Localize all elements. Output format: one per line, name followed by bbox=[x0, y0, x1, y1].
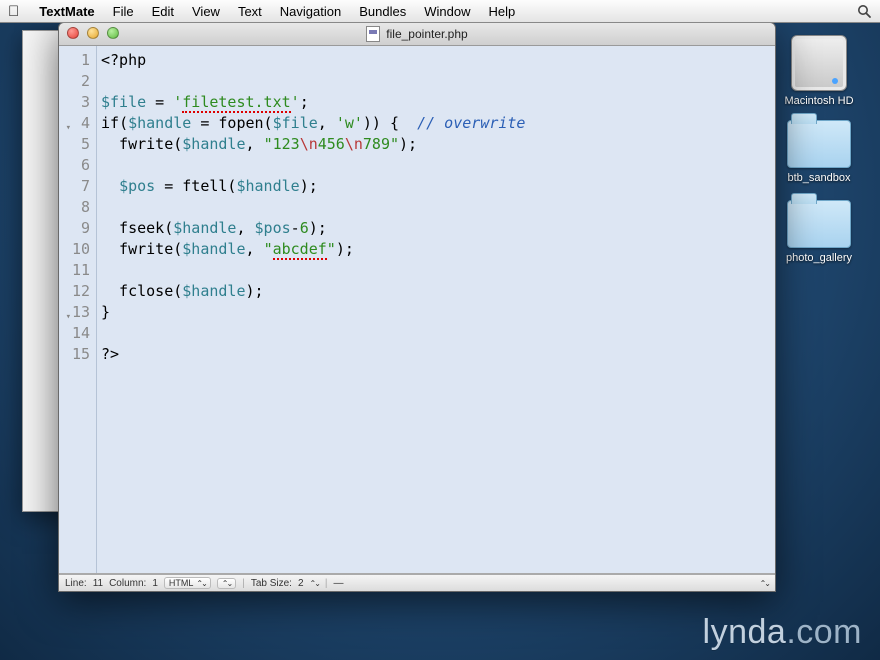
desktop-icon-btb_sandbox[interactable]: btb_sandbox bbox=[774, 120, 864, 184]
status-tab-label: Tab Size: bbox=[251, 578, 292, 589]
window-title-text: file_pointer.php bbox=[386, 27, 467, 41]
php-file-icon bbox=[366, 26, 380, 42]
menu-window[interactable]: Window bbox=[424, 4, 470, 19]
status-line-label: Line: bbox=[65, 578, 87, 589]
desktop-icon-label: photo_gallery bbox=[774, 252, 864, 264]
menu-view[interactable]: View bbox=[192, 4, 220, 19]
desktop-icon-macintosh-hd[interactable]: Macintosh HD bbox=[774, 35, 864, 107]
status-bar: Line: 11 Column: 1 HTML ⌃⌄ ⌃⌄ | Tab Size… bbox=[59, 574, 775, 591]
desktop-icon-photo_gallery[interactable]: photo_gallery bbox=[774, 200, 864, 264]
zoom-button[interactable] bbox=[107, 27, 119, 39]
watermark-suffix: .com bbox=[786, 613, 862, 651]
folder-icon bbox=[787, 120, 851, 168]
menu-bundles[interactable]: Bundles bbox=[359, 4, 406, 19]
language-selector[interactable]: HTML ⌃⌄ bbox=[164, 577, 211, 589]
window-titlebar[interactable]: file_pointer.php bbox=[59, 23, 775, 46]
language-value: HTML bbox=[169, 578, 194, 588]
desktop-icon-label: btb_sandbox bbox=[774, 172, 864, 184]
menu-help[interactable]: Help bbox=[488, 4, 515, 19]
status-symbol: — bbox=[334, 578, 344, 589]
fold-marker-icon[interactable]: ▾ bbox=[61, 118, 71, 128]
symbol-selector[interactable]: ⌃⌄ bbox=[217, 578, 236, 589]
apple-menu-icon[interactable]:  bbox=[8, 4, 19, 19]
window-title: file_pointer.php bbox=[366, 26, 467, 42]
drive-icon bbox=[791, 35, 847, 91]
status-line-value: 11 bbox=[93, 578, 103, 589]
editor-window: file_pointer.php 1234▾5678910111213▾1415… bbox=[58, 22, 776, 592]
status-col-label: Column: bbox=[109, 578, 146, 589]
watermark: lynda.com bbox=[703, 613, 862, 652]
watermark-brand: lynda bbox=[703, 613, 787, 651]
dropdown-arrows-icon: ⌃⌄ bbox=[310, 579, 319, 588]
app-menu[interactable]: TextMate bbox=[39, 4, 94, 19]
line-gutter: 1234▾5678910111213▾1415 bbox=[59, 46, 97, 573]
menu-navigation[interactable]: Navigation bbox=[280, 4, 341, 19]
menu-edit[interactable]: Edit bbox=[152, 4, 174, 19]
spotlight-icon[interactable] bbox=[856, 3, 872, 19]
status-tab-value: 2 bbox=[298, 578, 304, 589]
editor-area[interactable]: 1234▾5678910111213▾1415 <?php$file = 'fi… bbox=[59, 46, 775, 574]
desktop-icon-label: Macintosh HD bbox=[774, 95, 864, 107]
status-col-value: 1 bbox=[152, 578, 158, 589]
dropdown-arrows-icon: ⌃⌄ bbox=[760, 579, 769, 588]
close-button[interactable] bbox=[67, 27, 79, 39]
dropdown-arrows-icon: ⌃⌄ bbox=[196, 579, 205, 588]
minimize-button[interactable] bbox=[87, 27, 99, 39]
menu-file[interactable]: File bbox=[113, 4, 134, 19]
code-content[interactable]: <?php$file = 'filetest.txt';if($handle =… bbox=[97, 46, 775, 573]
menu-text[interactable]: Text bbox=[238, 4, 262, 19]
folder-icon bbox=[787, 200, 851, 248]
dropdown-arrows-icon: ⌃⌄ bbox=[222, 579, 231, 588]
window-controls bbox=[67, 27, 119, 39]
mac-menubar:  TextMate File Edit View Text Navigatio… bbox=[0, 0, 880, 23]
fold-marker-icon[interactable]: ▾ bbox=[61, 307, 71, 317]
